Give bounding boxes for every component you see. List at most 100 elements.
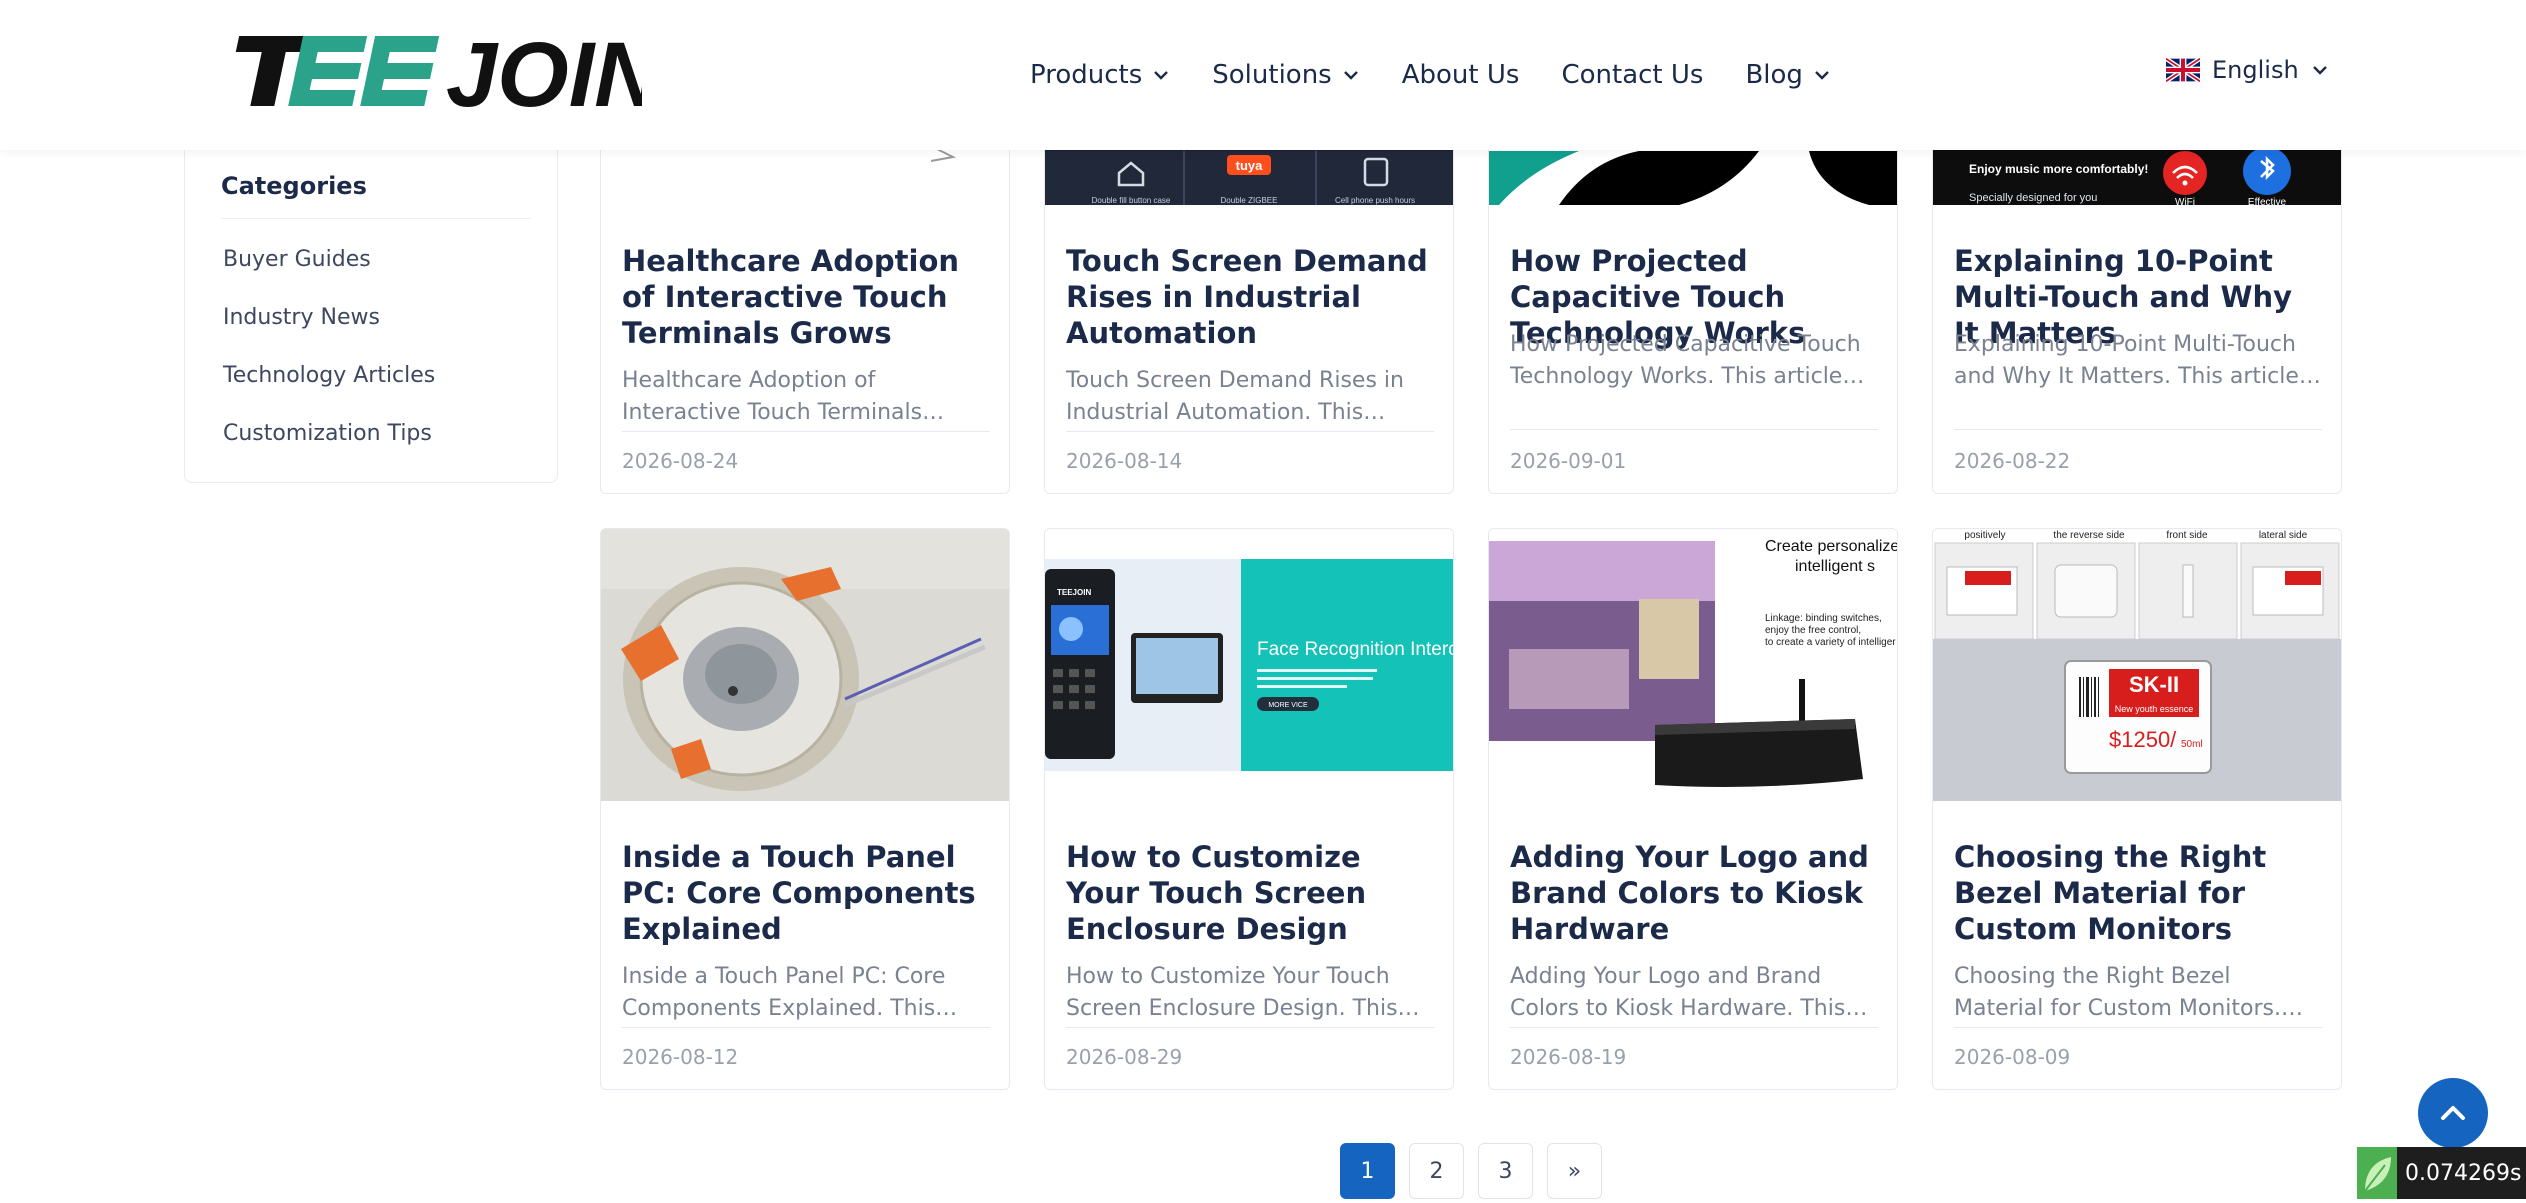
divider [622,431,990,432]
article-excerpt: Explaining 10-Point Multi-Touch and Why … [1954,332,2299,389]
image-caption: New youth essence [2115,704,2194,714]
nav-blog[interactable]: Blog [1745,60,1830,90]
article-title[interactable]: Healthcare Adoption of Interactive Touch… [622,243,990,351]
article-excerpt: Inside a Touch Panel PC: Core Components… [622,964,946,1021]
article-title[interactable]: How to Customize Your Touch Screen Enclo… [1066,839,1434,947]
image-caption: Enjoy music more comfortably! [1969,162,2148,176]
article-title[interactable]: Adding Your Logo and Brand Colors to Kio… [1510,839,1878,947]
image-caption: Face Recognition Interco [1257,639,1453,660]
image-caption: Specially designed for you [1969,192,2097,204]
image-caption: TEEJOIN [1057,588,1091,597]
article-excerpt: Adding Your Logo and Brand Colors to Kio… [1510,964,1846,1021]
image-caption: SK-II [2129,672,2179,697]
category-customization-tips[interactable]: Customization Tips [223,418,435,476]
image-caption: front side [2166,530,2208,541]
main-nav: Products Solutions About Us Contact Us B… [1030,0,1831,150]
page-button-1[interactable]: 1 [1340,1143,1395,1199]
image-caption: enjoy the free control, [1765,625,1861,636]
divider [1066,431,1434,432]
svg-text:JOIN: JOIN [446,32,642,110]
image-caption: 50ml [2181,739,2203,750]
divider [221,218,531,219]
image-caption: Double fill button case [1092,196,1171,205]
article-card[interactable]: TEEJOIN Face Recognition Interco MORE VI… [1044,528,1454,1090]
article-title[interactable]: Inside a Touch Panel PC: Core Components… [622,839,990,947]
divider [1510,429,1878,430]
article-excerpt: Healthcare Adoption of Interactive Touch… [622,368,923,425]
image-caption: Cell phone push hours [1335,196,1415,205]
divider [1954,429,2322,430]
panel-pc-components-graphic [601,529,1009,801]
article-date: 2026-08-24 [622,449,739,473]
article-date: 2026-09-01 [1510,449,1627,473]
back-to-top-button[interactable] [2418,1078,2488,1148]
article-thumbnail[interactable] [601,529,1009,801]
article-excerpt: Choosing the Right Bezel Material for Cu… [1954,964,2281,1021]
article-card[interactable]: Create personalize intelligent s Linkage… [1488,528,1898,1090]
site-header: JOIN Products Solutions About Us Contact… [0,0,2526,150]
article-date: 2026-08-19 [1510,1045,1627,1069]
article-card[interactable]: tuya Double fill button case Double ZIGB… [1044,100,1454,494]
nav-contact-us[interactable]: Contact Us [1561,60,1703,90]
image-caption: Linkage: binding switches, [1765,613,1882,624]
article-title[interactable]: Touch Screen Demand Rises in Industrial … [1066,243,1434,351]
article-date: 2026-08-14 [1066,449,1183,473]
categories-list: Buyer Guides Industry News Technology Ar… [223,244,435,476]
face-recognition-intercom-graphic: TEEJOIN Face Recognition Interco MORE VI… [1045,559,1453,771]
image-caption: Effective [2248,197,2287,205]
chevron-down-icon [1815,71,1829,80]
article-card[interactable]: How Projected Capacitive Touch Technolog… [1488,100,1898,494]
electronic-shelf-label-graphic: positively the reverse side front side l… [1933,530,2341,801]
nav-blog-label: Blog [1745,60,1803,90]
kiosk-hardware-graphic: Create personalize intelligent s Linkage… [1489,538,1897,787]
divider [1954,1027,2322,1028]
tuya-label: tuya [1236,158,1264,173]
category-technology-articles[interactable]: Technology Articles [223,360,435,418]
nav-solutions[interactable]: Solutions [1212,60,1359,90]
article-date: 2026-08-29 [1066,1045,1183,1069]
category-industry-news[interactable]: Industry News [223,302,435,360]
teejoin-logo[interactable]: JOIN [220,32,642,110]
article-title[interactable]: Choosing the Right Bezel Material for Cu… [1954,839,2322,947]
article-excerpt: Touch Screen Demand Rises in Industrial … [1066,368,1404,425]
nav-about-us[interactable]: About Us [1402,60,1520,90]
image-caption: positively [1964,530,2005,541]
image-caption: Create personalize [1765,538,1897,555]
page-button-2[interactable]: 2 [1409,1143,1464,1199]
leaf-icon [2357,1147,2397,1199]
article-excerpt: How to Customize Your Touch Screen Enclo… [1066,964,1398,1021]
next-page-button[interactable]: » [1547,1143,1602,1199]
article-date: 2026-08-09 [1954,1045,2071,1069]
image-caption: MORE VICE [1268,702,1308,709]
chevron-up-icon [2441,1106,2465,1120]
nav-solutions-label: Solutions [1212,60,1332,90]
language-label: English [2212,56,2299,84]
image-caption: intelligent s [1795,558,1875,575]
category-buyer-guides[interactable]: Buyer Guides [223,244,435,302]
page-button-3[interactable]: 3 [1478,1143,1533,1199]
article-card[interactable]: Inside a Touch Panel PC: Core Components… [600,528,1010,1090]
chevron-down-icon [2312,66,2327,75]
chevron-down-icon [1343,71,1358,80]
nav-about-us-label: About Us [1401,60,1520,90]
article-card[interactable]: positively the reverse side front side l… [1932,528,2342,1090]
article-thumbnail[interactable]: positively the reverse side front side l… [1933,529,2341,801]
article-date: 2026-08-22 [1954,449,2071,473]
image-caption: $1250/ [2109,727,2177,752]
chevron-down-icon [1154,71,1169,80]
image-caption: to create a variety of intelliger [1765,637,1896,648]
pagination: 1 2 3 » [1340,1143,1602,1199]
article-date: 2026-08-12 [622,1045,739,1069]
article-thumbnail[interactable]: TEEJOIN Face Recognition Interco MORE VI… [1045,529,1453,801]
image-caption: WiFi [2175,197,2195,205]
article-card[interactable]: Enjoy music more comfortably! Specially … [1932,100,2342,494]
language-selector[interactable]: English [2166,56,2329,84]
divider [1066,1027,1434,1028]
nav-contact-us-label: Contact Us [1561,60,1704,90]
nav-products[interactable]: Products [1030,60,1170,90]
divider [622,1027,990,1028]
load-timer-value: 0.074269s [2405,1160,2522,1186]
article-thumbnail[interactable]: Create personalize intelligent s Linkage… [1489,529,1897,801]
article-card[interactable]: Healthcare Adoption of Interactive Touch… [600,100,1010,494]
load-timer-badge: 0.074269s [2357,1147,2526,1199]
